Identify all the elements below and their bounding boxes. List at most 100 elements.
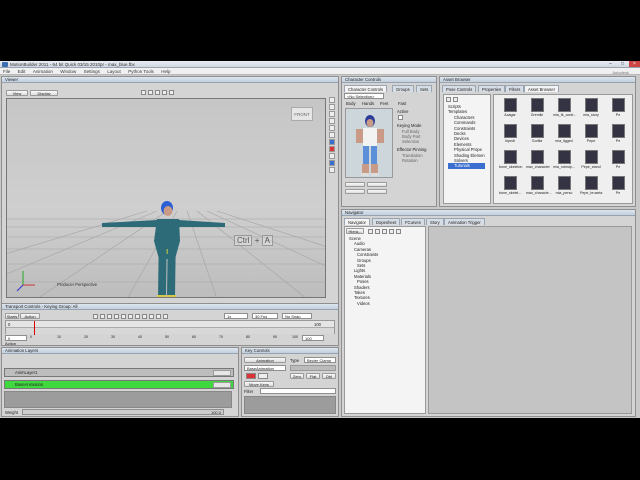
- base-layer-dropdown[interactable]: BaseAnimation: [244, 365, 286, 371]
- speed-dropdown[interactable]: 1x: [224, 313, 248, 319]
- nav-filter-icon[interactable]: [368, 229, 373, 234]
- timeline-ruler[interactable]: 0 100: [5, 320, 335, 335]
- rotate-tool-icon[interactable]: [329, 111, 335, 117]
- nav-item-videos[interactable]: Videos: [349, 301, 378, 306]
- flat-button[interactable]: Flat: [306, 373, 320, 379]
- key-blue-icon[interactable]: [329, 139, 335, 145]
- light-tool-icon[interactable]: [329, 153, 335, 159]
- tab-fcurves[interactable]: FCurves: [401, 218, 425, 225]
- action-dropdown[interactable]: Action: [20, 313, 40, 319]
- loop-icon[interactable]: [163, 314, 168, 319]
- layer-row-animlayer1[interactable]: AnimLayer1: [4, 368, 234, 377]
- view-menu-button[interactable]: View: [6, 90, 28, 96]
- asset-thumbnail[interactable]: [612, 150, 625, 164]
- go-start-icon[interactable]: [100, 314, 105, 319]
- pin-rotation[interactable]: Rotation: [402, 158, 418, 163]
- snap-tool-icon[interactable]: [329, 132, 335, 138]
- pivot-tool-icon[interactable]: [329, 125, 335, 131]
- layer-row-baseanimation[interactable]: BaseAnimation: [4, 380, 234, 389]
- prev-frame-icon[interactable]: [114, 314, 119, 319]
- subtab-body[interactable]: Body: [346, 101, 356, 106]
- asset-thumbnail[interactable]: [531, 124, 544, 138]
- tab-pose-controls[interactable]: Pose Controls: [442, 85, 477, 92]
- menu-help[interactable]: Help: [158, 68, 173, 75]
- active-checkbox[interactable]: [398, 115, 403, 120]
- char-btn-1[interactable]: [345, 182, 365, 187]
- menu-layout[interactable]: Layout: [104, 68, 124, 75]
- char-btn-2[interactable]: [367, 182, 387, 187]
- play-back-icon[interactable]: [121, 314, 126, 319]
- asset-thumbnail[interactable]: [612, 98, 625, 112]
- nav-search-icon[interactable]: [389, 229, 394, 234]
- tab-sets[interactable]: Sets: [416, 85, 433, 92]
- tree-back-icon[interactable]: [446, 97, 451, 102]
- char-btn-4[interactable]: [367, 189, 387, 194]
- snap-dropdown[interactable]: No Snap: [282, 313, 312, 319]
- asset-thumbnail[interactable]: [531, 176, 544, 190]
- menu-animation[interactable]: Animation: [30, 68, 56, 75]
- stop-icon[interactable]: [128, 314, 133, 319]
- menu-settings[interactable]: Settings: [81, 68, 103, 75]
- asset-thumbnail[interactable]: [504, 176, 517, 190]
- subtab-hands[interactable]: Hands: [362, 101, 374, 106]
- hierarchy-menu[interactable]: Hiera...: [346, 228, 364, 234]
- camera-tool-icon[interactable]: [329, 160, 335, 166]
- menu-edit[interactable]: Edit: [15, 68, 29, 75]
- type-dropdown[interactable]: Bezier Clamp: [304, 357, 336, 363]
- frame-tool-icon[interactable]: [162, 90, 167, 95]
- tab-properties[interactable]: Properties: [478, 85, 506, 92]
- weight-slider[interactable]: 100.0: [22, 409, 224, 415]
- filter-dropdown[interactable]: [260, 388, 336, 394]
- animation-button[interactable]: Animation: [244, 357, 286, 363]
- fps-dropdown[interactable]: 30 Fps: [252, 313, 278, 319]
- viewport-3d[interactable]: FRONT Producer Perspective Ctrl + A: [6, 98, 326, 298]
- character-selection-dropdown[interactable]: <No Selection>: [344, 93, 384, 99]
- maximize-button[interactable]: □: [617, 61, 628, 67]
- tab-groups[interactable]: Groups: [392, 85, 414, 92]
- translate-tool-icon[interactable]: [329, 104, 335, 110]
- char-btn-3[interactable]: [345, 189, 365, 194]
- minimize-button[interactable]: –: [605, 61, 616, 67]
- asset-thumbnail[interactable]: [585, 150, 598, 164]
- curve-tool-icon[interactable]: [329, 167, 335, 173]
- asset-thumbnail[interactable]: [558, 150, 571, 164]
- select-tool-icon[interactable]: [329, 97, 335, 103]
- menu-window[interactable]: Window: [57, 68, 79, 75]
- tree-item-physical[interactable]: Physical Prope: [448, 147, 485, 152]
- set-key-button[interactable]: [246, 373, 256, 379]
- move-tool-icon[interactable]: [141, 90, 146, 95]
- total-frame-field[interactable]: 100: [302, 335, 324, 341]
- asset-thumbnail[interactable]: [558, 98, 571, 112]
- go-end-icon[interactable]: [156, 314, 161, 319]
- nav-tree-icon[interactable]: [382, 229, 387, 234]
- zoom-tool-icon[interactable]: [155, 90, 160, 95]
- play-icon[interactable]: [135, 314, 140, 319]
- layer-toggle-icons[interactable]: [213, 370, 231, 376]
- menu-python-tools[interactable]: Python Tools: [125, 68, 157, 75]
- next-frame-icon[interactable]: [142, 314, 147, 319]
- tree-item-tutorials[interactable]: Tutorials: [448, 163, 485, 169]
- delete-key-button[interactable]: [258, 373, 268, 379]
- nav-settings-icon[interactable]: [396, 229, 401, 234]
- tab-character-controls[interactable]: Character Controls: [344, 85, 388, 92]
- view-cube[interactable]: FRONT: [291, 107, 313, 121]
- time-cursor[interactable]: [34, 321, 35, 335]
- tab-animation-trigger[interactable]: Animation Trigger: [444, 218, 485, 225]
- subtab-feet[interactable]: Feet: [380, 101, 388, 106]
- asset-thumbnail[interactable]: [585, 176, 598, 190]
- zero-button[interactable]: Zero: [290, 373, 304, 379]
- asset-thumbnail[interactable]: [504, 150, 517, 164]
- move-keys-button[interactable]: Move Keys: [244, 381, 274, 387]
- character-pose-view[interactable]: [345, 108, 393, 178]
- asset-thumbnail[interactable]: [612, 124, 625, 138]
- tab-story[interactable]: Story: [426, 218, 444, 225]
- timeline-track[interactable]: [6, 327, 334, 334]
- asset-thumbnail[interactable]: [531, 150, 544, 164]
- close-button[interactable]: ×: [629, 61, 640, 67]
- key-tangent-icons[interactable]: [290, 365, 336, 371]
- asset-thumbnail[interactable]: [585, 124, 598, 138]
- menu-file[interactable]: File: [0, 68, 13, 75]
- layer-toggle-icons[interactable]: [213, 382, 231, 388]
- nav-list-icon[interactable]: [375, 229, 380, 234]
- tab-asset-browser[interactable]: Asset Browser: [524, 85, 559, 92]
